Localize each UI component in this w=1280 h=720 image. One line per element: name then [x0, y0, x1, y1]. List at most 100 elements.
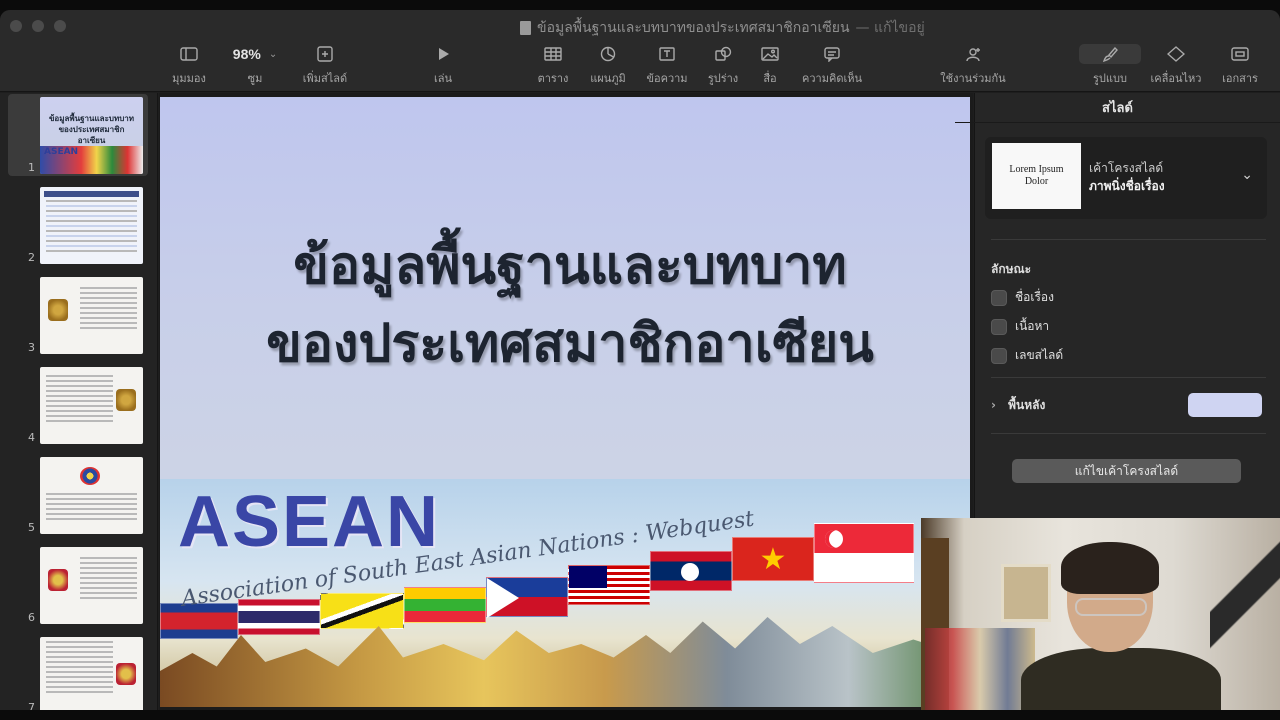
- divider: [991, 433, 1266, 434]
- asean-logo-text: ASEAN: [178, 482, 441, 562]
- background-label: พื้นหลัง: [1008, 398, 1046, 412]
- edit-slide-layout-button[interactable]: แก้ไขเค้าโครงสไลด์: [1012, 459, 1241, 483]
- format-button[interactable]: รูปแบบ: [1074, 44, 1146, 87]
- layout-preview-title: Lorem Ipsum: [1009, 164, 1064, 175]
- slide-thumbnail-6[interactable]: 6: [0, 544, 157, 626]
- background-color-well[interactable]: [1188, 393, 1262, 417]
- play-icon: [439, 48, 449, 60]
- slide-thumbnail-7[interactable]: 7: [0, 634, 157, 710]
- chart-icon: [600, 46, 616, 62]
- slide-number-checkbox-row[interactable]: เลขสไลด์: [991, 346, 1063, 365]
- philippines-seal-icon: [80, 467, 100, 485]
- view-label: มุมมอง: [172, 72, 206, 85]
- webcam-overlay: [921, 518, 1280, 710]
- slide-number: 7: [28, 701, 35, 710]
- chart-label: แผนภูมิ: [590, 72, 626, 85]
- coat-of-arms-icon: [48, 299, 68, 321]
- slide-canvas: ข้อมูลพื้นฐานและบทบาท ของประเทศสมาชิกอาเ…: [159, 93, 973, 710]
- background-disclosure[interactable]: › พื้นหลัง: [991, 396, 1045, 415]
- coat-of-arms-icon: [116, 663, 136, 685]
- comment-icon: [824, 47, 840, 62]
- play-label: เล่น: [433, 72, 453, 85]
- animate-diamond-icon: [1167, 46, 1185, 62]
- thumbnail-title: ข้อมูลพื้นฐานและบทบาทของประเทศสมาชิกอาเซ…: [48, 114, 135, 145]
- sidebar-icon: [180, 47, 198, 61]
- slide-number: 5: [28, 521, 35, 534]
- table-icon: [544, 47, 562, 61]
- slide-thumbnail-2[interactable]: 2: [0, 184, 157, 266]
- slide-thumbnail-4[interactable]: 4: [0, 364, 157, 446]
- image-icon: [761, 47, 779, 61]
- collaborate-label: ใช้งานร่วมกัน: [940, 72, 1006, 85]
- document-panel-icon: [1231, 47, 1249, 61]
- slide-thumbnail-image: [40, 457, 143, 534]
- close-window-button[interactable]: [10, 20, 22, 32]
- animate-button[interactable]: เคลื่อนไหว: [1140, 44, 1212, 87]
- add-slide-label: เพิ่มสไลด์: [302, 72, 348, 85]
- add-slide-icon: [317, 46, 333, 62]
- title-checkbox-row[interactable]: ชื่อเรื่อง: [991, 288, 1054, 307]
- slide-number: 6: [28, 611, 35, 624]
- slide-thumbnail-image: ข้อมูลพื้นฐานและบทบาทของประเทศสมาชิกอาเซ…: [40, 97, 143, 174]
- malaysia-flag: [568, 565, 650, 605]
- title-checkbox-label: ชื่อเรื่อง: [1015, 290, 1054, 304]
- slide-number-checkbox[interactable]: [991, 347, 1007, 364]
- slide-title-line1: ข้อมูลพื้นฐานและบทบาท: [293, 236, 847, 296]
- layout-label: เค้าโครงสไลด์: [1089, 161, 1164, 175]
- document-button[interactable]: เอกสาร: [1204, 44, 1276, 87]
- format-label: รูปแบบ: [1093, 72, 1127, 85]
- comment-label: ความคิดเห็น: [802, 72, 862, 85]
- view-button[interactable]: มุมมอง: [153, 44, 225, 87]
- slide-layout-picker[interactable]: Lorem Ipsum Dolor เค้าโครงสไลด์ ภาพนิ่งช…: [985, 137, 1267, 219]
- paintbrush-icon: [1102, 46, 1118, 62]
- media-label: สื่อ: [763, 72, 777, 85]
- document-title: ข้อมูลพื้นฐานและบทบาทของประเทศสมาชิกอาเซ…: [520, 17, 925, 39]
- slide-number-checkbox-label: เลขสไลด์: [1015, 348, 1064, 362]
- slide-thumbnail-image: [40, 277, 143, 354]
- vietnam-flag: ★: [732, 537, 814, 581]
- slide-thumbnail-5[interactable]: 5: [0, 454, 157, 536]
- zoom-window-button[interactable]: [54, 20, 66, 32]
- singapore-flag: [814, 523, 914, 583]
- appearance-label: ลักษณะ: [991, 262, 1032, 276]
- collaborate-button[interactable]: ใช้งานร่วมกัน: [937, 44, 1009, 87]
- chevron-right-icon: ›: [991, 398, 996, 412]
- slide-thumbnail-1[interactable]: ข้อมูลพื้นฐานและบทบาทของประเทศสมาชิกอาเซ…: [8, 94, 148, 176]
- comment-button[interactable]: ความคิดเห็น: [796, 44, 868, 87]
- table-label: ตาราง: [537, 72, 569, 85]
- myanmar-flag: [404, 587, 486, 623]
- slide-title[interactable]: ข้อมูลพื้นฐานและบทบาท ของประเทศสมาชิกอาเ…: [160, 227, 940, 383]
- philippines-flag: [486, 577, 568, 618]
- collaborate-icon: [966, 48, 980, 62]
- divider: [991, 377, 1266, 378]
- layout-value: ภาพนิ่งชื่อเรื่อง: [1089, 179, 1165, 193]
- document-title-text: ข้อมูลพื้นฐานและบทบาทของประเทศสมาชิกอาเซ…: [537, 20, 850, 36]
- divider: [991, 239, 1266, 240]
- slide-number: 2: [28, 251, 35, 264]
- chevron-down-icon[interactable]: ⌄: [1241, 167, 1253, 183]
- webcam-desk-items: [925, 628, 1035, 710]
- slide-thumbnail-3[interactable]: 3: [0, 274, 157, 356]
- window-controls: [10, 20, 66, 32]
- brunei-flag: [320, 593, 404, 629]
- zoom-menu[interactable]: 98% ⌄ ซูม: [219, 44, 291, 87]
- body-checkbox[interactable]: [991, 318, 1007, 335]
- asean-banner-image[interactable]: ★ ASEAN Association of South East Asian …: [160, 479, 970, 707]
- slide-thumbnail-image: [40, 187, 143, 264]
- slide-number: 3: [28, 341, 35, 354]
- webcam-presenter: [1021, 542, 1221, 710]
- layout-preview-subtitle: Dolor: [1024, 176, 1049, 187]
- slide-number: 4: [28, 431, 35, 444]
- slide-title-line2: ของประเทศสมาชิกอาเซียน: [266, 314, 874, 374]
- document-icon: [520, 21, 531, 35]
- play-button[interactable]: เล่น: [407, 44, 479, 87]
- text-box-icon: [659, 47, 675, 61]
- slide-navigator: ข้อมูลพื้นฐานและบทบาทของประเทศสมาชิกอาเซ…: [0, 93, 158, 710]
- current-slide[interactable]: ข้อมูลพื้นฐานและบทบาท ของประเทศสมาชิกอาเ…: [160, 97, 970, 707]
- title-checkbox[interactable]: [991, 289, 1007, 306]
- body-checkbox-row[interactable]: เนื้อหา: [991, 317, 1049, 336]
- minimize-window-button[interactable]: [32, 20, 44, 32]
- zoom-label: ซูม: [247, 72, 263, 85]
- laos-flag: [650, 551, 732, 591]
- add-slide-button[interactable]: เพิ่มสไลด์: [289, 44, 361, 87]
